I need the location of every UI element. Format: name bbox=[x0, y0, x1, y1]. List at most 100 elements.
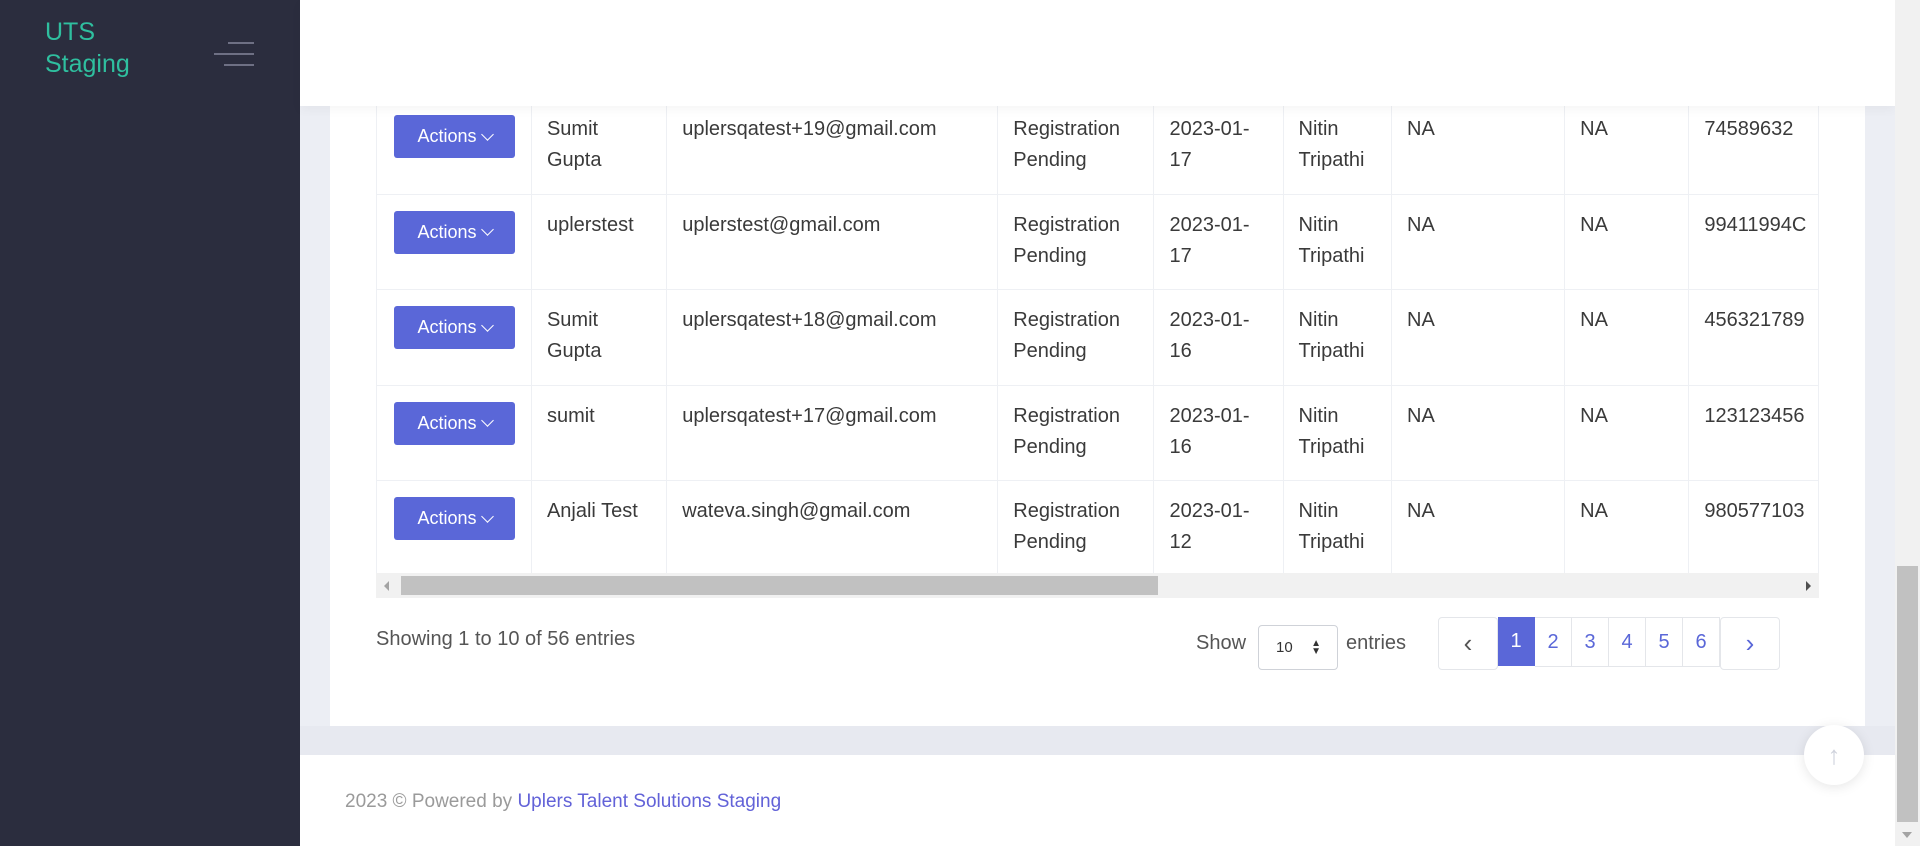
footer-text: 2023 © Powered by bbox=[345, 791, 518, 812]
footer: 2023 © Powered by Uplers Talent Solution… bbox=[300, 755, 1895, 846]
page-4-button[interactable]: 4 bbox=[1609, 617, 1646, 667]
chevron-down-icon bbox=[480, 318, 494, 332]
phone-cell: 74589632 bbox=[1688, 98, 1819, 195]
col7-cell: NA bbox=[1390, 289, 1566, 386]
phone-cell: 456321789 bbox=[1688, 289, 1819, 386]
col7-cell: NA bbox=[1390, 193, 1566, 290]
date-cell: 2023-01-16 bbox=[1153, 384, 1284, 481]
table-row: Actions Sumit Gupta uplersqatest+18@gmail.… bbox=[376, 289, 1819, 386]
actions-label: Actions bbox=[417, 412, 477, 433]
col8-cell: NA bbox=[1564, 480, 1690, 573]
previous-page-button[interactable]: ‹ bbox=[1438, 617, 1498, 670]
next-page-button[interactable]: › bbox=[1720, 617, 1780, 670]
content-bottom-band bbox=[300, 726, 1895, 755]
page-3-button[interactable]: 3 bbox=[1572, 617, 1609, 667]
actions-dropdown-button[interactable]: Actions bbox=[394, 497, 515, 540]
page-1-button[interactable]: 1 bbox=[1498, 617, 1535, 666]
page-6-button[interactable]: 6 bbox=[1683, 617, 1720, 667]
table-row: Actions uplerstest uplerstest@gmail.com Reg… bbox=[376, 193, 1819, 290]
actions-dropdown-button[interactable]: Actions bbox=[394, 210, 515, 254]
date-cell: 2023-01-17 bbox=[1153, 193, 1284, 290]
brand-line-1: UTS bbox=[45, 18, 95, 46]
scroll-right-icon[interactable] bbox=[1806, 581, 1811, 591]
brand-line-2: Staging bbox=[45, 50, 130, 78]
date-cell: 2023-01-16 bbox=[1153, 289, 1284, 386]
page-5-button[interactable]: 5 bbox=[1646, 617, 1683, 667]
table-scroll-container: Actions Sumit Gupta uplersqatest+19@gmail.… bbox=[376, 98, 1819, 573]
manager-cell: Nitin Tripathi bbox=[1282, 98, 1392, 195]
status-cell: Registration Pending bbox=[997, 98, 1155, 195]
sort-arrows-icon: ▲ ▼ bbox=[1311, 638, 1321, 657]
table-row: Actions Sumit Gupta uplersqatest+19@gmail.… bbox=[376, 98, 1819, 195]
email-cell: uplersqatest+17@gmail.com bbox=[666, 384, 999, 481]
col7-cell: NA bbox=[1390, 98, 1566, 195]
table-row: Actions Anjali Test wateva.singh@gmail.com… bbox=[376, 480, 1819, 573]
col8-cell: NA bbox=[1564, 98, 1690, 195]
actions-dropdown-button[interactable]: Actions bbox=[394, 306, 515, 349]
brand-logo[interactable]: UTS Staging bbox=[45, 16, 130, 80]
status-cell: Registration Pending bbox=[997, 193, 1155, 290]
email-cell: wateva.singh@gmail.com bbox=[666, 480, 999, 573]
page-2-button[interactable]: 2 bbox=[1535, 617, 1572, 667]
actions-cell: Actions bbox=[376, 289, 532, 386]
sidebar: UTS Staging bbox=[0, 0, 300, 846]
actions-cell: Actions bbox=[376, 384, 532, 481]
status-cell: Registration Pending bbox=[997, 289, 1155, 386]
page-vertical-scrollbar[interactable] bbox=[1895, 0, 1920, 846]
col8-cell: NA bbox=[1564, 289, 1690, 386]
actions-label: Actions bbox=[417, 221, 477, 242]
show-label: Show bbox=[1196, 632, 1247, 654]
phone-cell: 99411994C bbox=[1688, 193, 1819, 290]
date-cell: 2023-01-12 bbox=[1153, 480, 1284, 573]
col7-cell: NA bbox=[1390, 480, 1566, 573]
name-cell: Anjali Test bbox=[530, 480, 668, 573]
vertical-scroll-thumb[interactable] bbox=[1897, 566, 1918, 822]
date-cell: 2023-01-17 bbox=[1153, 98, 1284, 195]
col8-cell: NA bbox=[1564, 384, 1690, 481]
manager-cell: Nitin Tripathi bbox=[1282, 480, 1392, 573]
back-to-top-button[interactable]: ↑ bbox=[1804, 725, 1864, 785]
table-row: Actions sumit uplersqatest+17@gmail.com Reg… bbox=[376, 384, 1819, 481]
name-cell: Sumit Gupta bbox=[530, 98, 668, 195]
actions-label: Actions bbox=[417, 126, 477, 146]
col7-cell: NA bbox=[1390, 384, 1566, 481]
phone-cell: 123123456 bbox=[1688, 384, 1819, 481]
entries-per-page-select[interactable]: 10 ▲ ▼ bbox=[1258, 625, 1338, 670]
actions-label: Actions bbox=[417, 508, 477, 528]
pagination: ‹ 1 2 3 4 5 6 › bbox=[1438, 617, 1780, 670]
table-info: Showing 1 to 10 of 56 entries bbox=[376, 628, 636, 650]
scroll-down-icon[interactable] bbox=[1902, 832, 1912, 838]
col8-cell: NA bbox=[1564, 193, 1690, 290]
manager-cell: Nitin Tripathi bbox=[1282, 193, 1392, 290]
actions-cell: Actions bbox=[376, 480, 532, 573]
chevron-down-icon bbox=[480, 509, 494, 523]
actions-cell: Actions bbox=[376, 193, 532, 290]
entries-label: entries bbox=[1346, 632, 1407, 654]
actions-dropdown-button[interactable]: Actions bbox=[394, 115, 515, 158]
email-cell: uplersqatest+19@gmail.com bbox=[666, 98, 999, 195]
chevron-down-icon bbox=[480, 223, 494, 236]
manager-cell: Nitin Tripathi bbox=[1282, 289, 1392, 386]
footer-link[interactable]: Uplers Talent Solutions Staging bbox=[517, 791, 781, 812]
manager-cell: Nitin Tripathi bbox=[1282, 384, 1392, 481]
name-cell: Sumit Gupta bbox=[530, 289, 668, 386]
name-cell: uplerstest bbox=[530, 193, 668, 290]
name-cell: sumit bbox=[530, 384, 668, 481]
entries-value: 10 bbox=[1276, 639, 1293, 656]
arrow-up-icon: ↑ bbox=[1827, 739, 1841, 770]
menu-toggle-icon[interactable] bbox=[214, 40, 254, 70]
chevron-down-icon bbox=[480, 414, 494, 427]
phone-cell: 980577103 bbox=[1688, 480, 1819, 573]
email-cell: uplersqatest+18@gmail.com bbox=[666, 289, 999, 386]
actions-label: Actions bbox=[417, 317, 477, 337]
scroll-left-icon[interactable] bbox=[384, 581, 389, 591]
top-header bbox=[300, 0, 1895, 106]
horizontal-scrollbar[interactable] bbox=[376, 573, 1819, 598]
status-cell: Registration Pending bbox=[997, 480, 1155, 573]
actions-dropdown-button[interactable]: Actions bbox=[394, 401, 515, 445]
email-cell: uplerstest@gmail.com bbox=[666, 193, 999, 290]
horizontal-scroll-thumb[interactable] bbox=[401, 576, 1158, 595]
status-cell: Registration Pending bbox=[997, 384, 1155, 481]
actions-cell: Actions bbox=[376, 98, 532, 195]
chevron-down-icon bbox=[480, 127, 494, 141]
